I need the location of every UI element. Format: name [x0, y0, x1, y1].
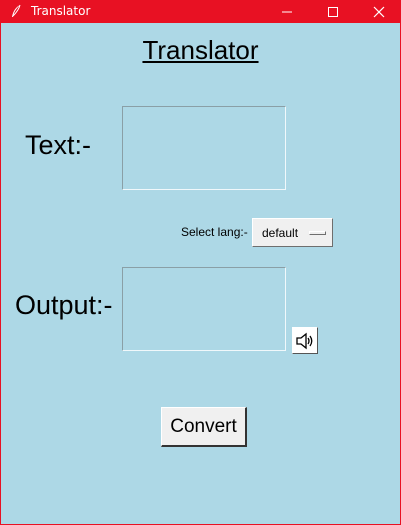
output-text[interactable]: [122, 267, 286, 351]
maximize-icon: [328, 7, 338, 17]
output-label: Output:-: [15, 290, 113, 320]
close-button[interactable]: [356, 0, 401, 23]
convert-button[interactable]: Convert: [161, 407, 247, 447]
language-select-value: default: [262, 226, 299, 240]
speak-button[interactable]: [292, 327, 318, 354]
text-input[interactable]: [122, 106, 286, 190]
translator-window: Translator Translator Text:- Select lang…: [0, 0, 401, 525]
feather-app-icon: [12, 4, 21, 17]
close-icon: [373, 6, 385, 18]
title-bar[interactable]: Translator: [1, 0, 400, 23]
page-title: Translator: [142, 35, 259, 65]
text-label: Text:-: [25, 130, 92, 160]
select-lang-label: Select lang:-: [181, 225, 248, 239]
maximize-button[interactable]: [310, 0, 356, 23]
minimize-icon: [282, 11, 292, 13]
speaker-icon: [296, 332, 313, 350]
language-select[interactable]: default: [252, 218, 333, 247]
dropdown-indicator-icon: [309, 231, 326, 235]
minimize-button[interactable]: [264, 0, 310, 23]
window-title: Translator: [31, 4, 91, 18]
